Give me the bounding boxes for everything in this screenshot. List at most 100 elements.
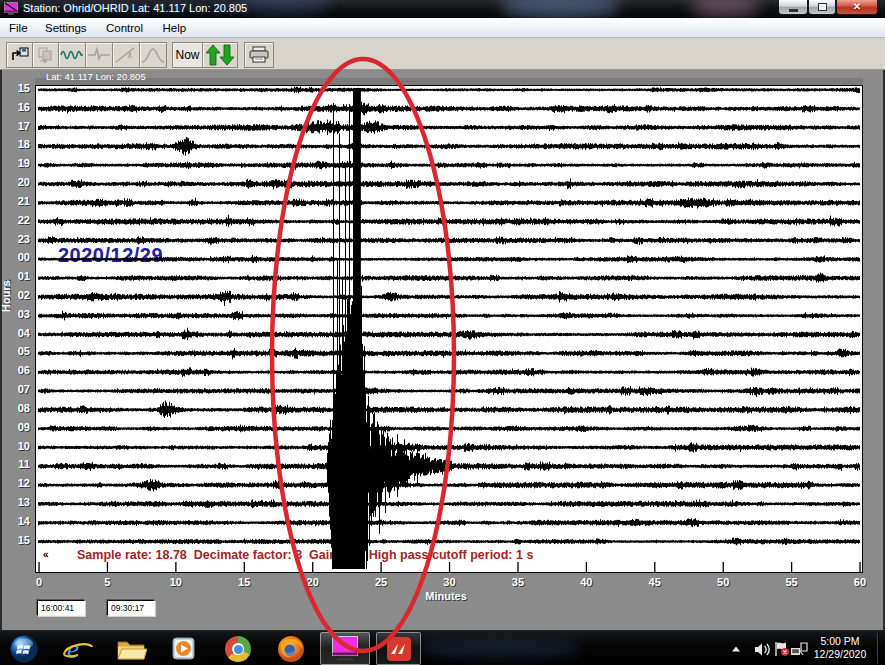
toolbar: Now [0,38,885,70]
taskbar-internet-explorer[interactable]: e [61,634,95,664]
hour-label: 15 [0,82,30,94]
minimize-icon [789,9,798,12]
pulse-icon [87,46,111,64]
waveform-view-button[interactable] [58,42,86,68]
seismograph-app-icon [330,635,360,662]
hour-label: 00 [0,251,30,263]
network-icon [790,642,808,657]
minute-label: 35 [503,576,533,588]
close-button[interactable]: ✕ [836,0,878,15]
tray-volume[interactable] [751,634,773,664]
internet-explorer-icon: e [62,634,94,664]
seismogram-canvas [36,86,862,572]
taskbar-seismograph-app-active[interactable] [320,632,370,665]
plot-coords-label: Lat: 41.117 Lon: 20.805 [46,71,146,82]
tray-show-hidden-icons[interactable] [726,634,746,664]
pulse-view-button-disabled[interactable] [85,42,113,68]
hour-label: 20 [0,176,30,188]
hour-label: 02 [0,289,30,301]
tray-network[interactable] [790,634,808,664]
hour-label: 11 [0,458,30,470]
ramp-view-button-disabled[interactable] [112,42,140,68]
hour-label: 21 [0,195,30,207]
plot-top-shadow [35,78,863,85]
window-title: Station: Ohrid/OHRID Lat: 41.117 Lon: 20… [23,2,247,14]
scroll-up-down-button[interactable] [202,42,238,68]
titlebar-glass-blob [240,0,330,16]
minute-label: 0 [24,576,54,588]
hour-label: 01 [0,270,30,282]
copy-button-disabled[interactable] [32,42,59,68]
up-down-arrows-icon [205,44,235,66]
taskbar-remote-app[interactable] [376,632,421,665]
close-icon: ✕ [853,2,861,12]
hour-label: 16 [0,101,30,113]
show-desktop-button[interactable] [877,633,878,664]
hour-label: 19 [0,157,30,169]
hour-label: 12 [0,477,30,489]
hour-label: 07 [0,383,30,395]
minute-label: 60 [845,576,875,588]
taskbar-file-explorer[interactable] [114,634,148,664]
taskbar: e [0,630,885,665]
hour-label: 18 [0,138,30,150]
clock-time: 5:00 PM [808,635,872,648]
copy-icon [36,46,56,64]
now-button[interactable]: Now [172,42,203,68]
firefox-icon [276,634,306,664]
tray-action-center[interactable] [771,634,791,664]
menu-help[interactable]: Help [162,22,188,34]
up-arrow-icon [731,645,741,653]
taskbar-chrome[interactable] [221,634,255,664]
hour-label: 14 [0,515,30,527]
hour-label: 08 [0,402,30,414]
taskbar-firefox[interactable] [274,634,308,664]
screen: Station: Ohrid/OHRID Lat: 41.117 Lon: 20… [0,0,885,665]
taskbar-clock[interactable]: 5:00 PM 12/29/2020 [808,635,872,661]
maximize-button[interactable] [808,0,836,15]
windows-start-icon [9,634,39,664]
chrome-icon [225,636,251,662]
menu-control[interactable]: Control [105,22,144,34]
clock-date: 12/29/2020 [808,648,872,661]
time-field-left[interactable]: 16:00:41 [37,600,85,616]
minimize-button[interactable] [778,0,808,15]
speaker-icon [754,642,771,657]
titlebar-glass-blob [690,0,760,18]
hour-label: 17 [0,120,30,132]
hour-label: 10 [0,440,30,452]
minute-label: 10 [161,576,191,588]
open-file-button[interactable] [6,42,33,68]
flag-icon [773,641,790,657]
titlebar-glass-blob [500,0,620,18]
minute-label: 15 [229,576,259,588]
hour-label: 03 [0,308,30,320]
hour-label: 05 [0,345,30,357]
taskbar-media-player[interactable] [167,634,201,664]
bell-curve-button-disabled[interactable] [139,42,167,68]
menu-settings[interactable]: Settings [44,22,88,34]
app-icon [4,2,18,15]
minutes-axis-label: Minutes [420,590,472,602]
minute-label: 5 [92,576,122,588]
folder-icon [115,634,147,664]
taskbar-sheen [420,637,580,659]
hour-label: 23 [0,233,30,245]
minute-label: 20 [298,576,328,588]
start-button[interactable] [7,634,41,664]
open-file-icon [10,46,30,64]
hour-label: 06 [0,364,30,376]
print-button[interactable] [244,42,274,68]
menu-file[interactable]: File [8,22,29,34]
hour-label: 04 [0,327,30,339]
title-bar[interactable]: Station: Ohrid/OHRID Lat: 41.117 Lon: 20… [0,0,885,18]
hour-label: 15 [0,534,30,546]
time-field-right[interactable]: 09:30:17 [107,600,155,616]
minute-label: 30 [434,576,464,588]
hour-label: 13 [0,496,30,508]
minute-label: 55 [777,576,807,588]
minute-label: 45 [640,576,670,588]
minute-label: 50 [708,576,738,588]
minute-label: 40 [571,576,601,588]
minute-label: 25 [366,576,396,588]
